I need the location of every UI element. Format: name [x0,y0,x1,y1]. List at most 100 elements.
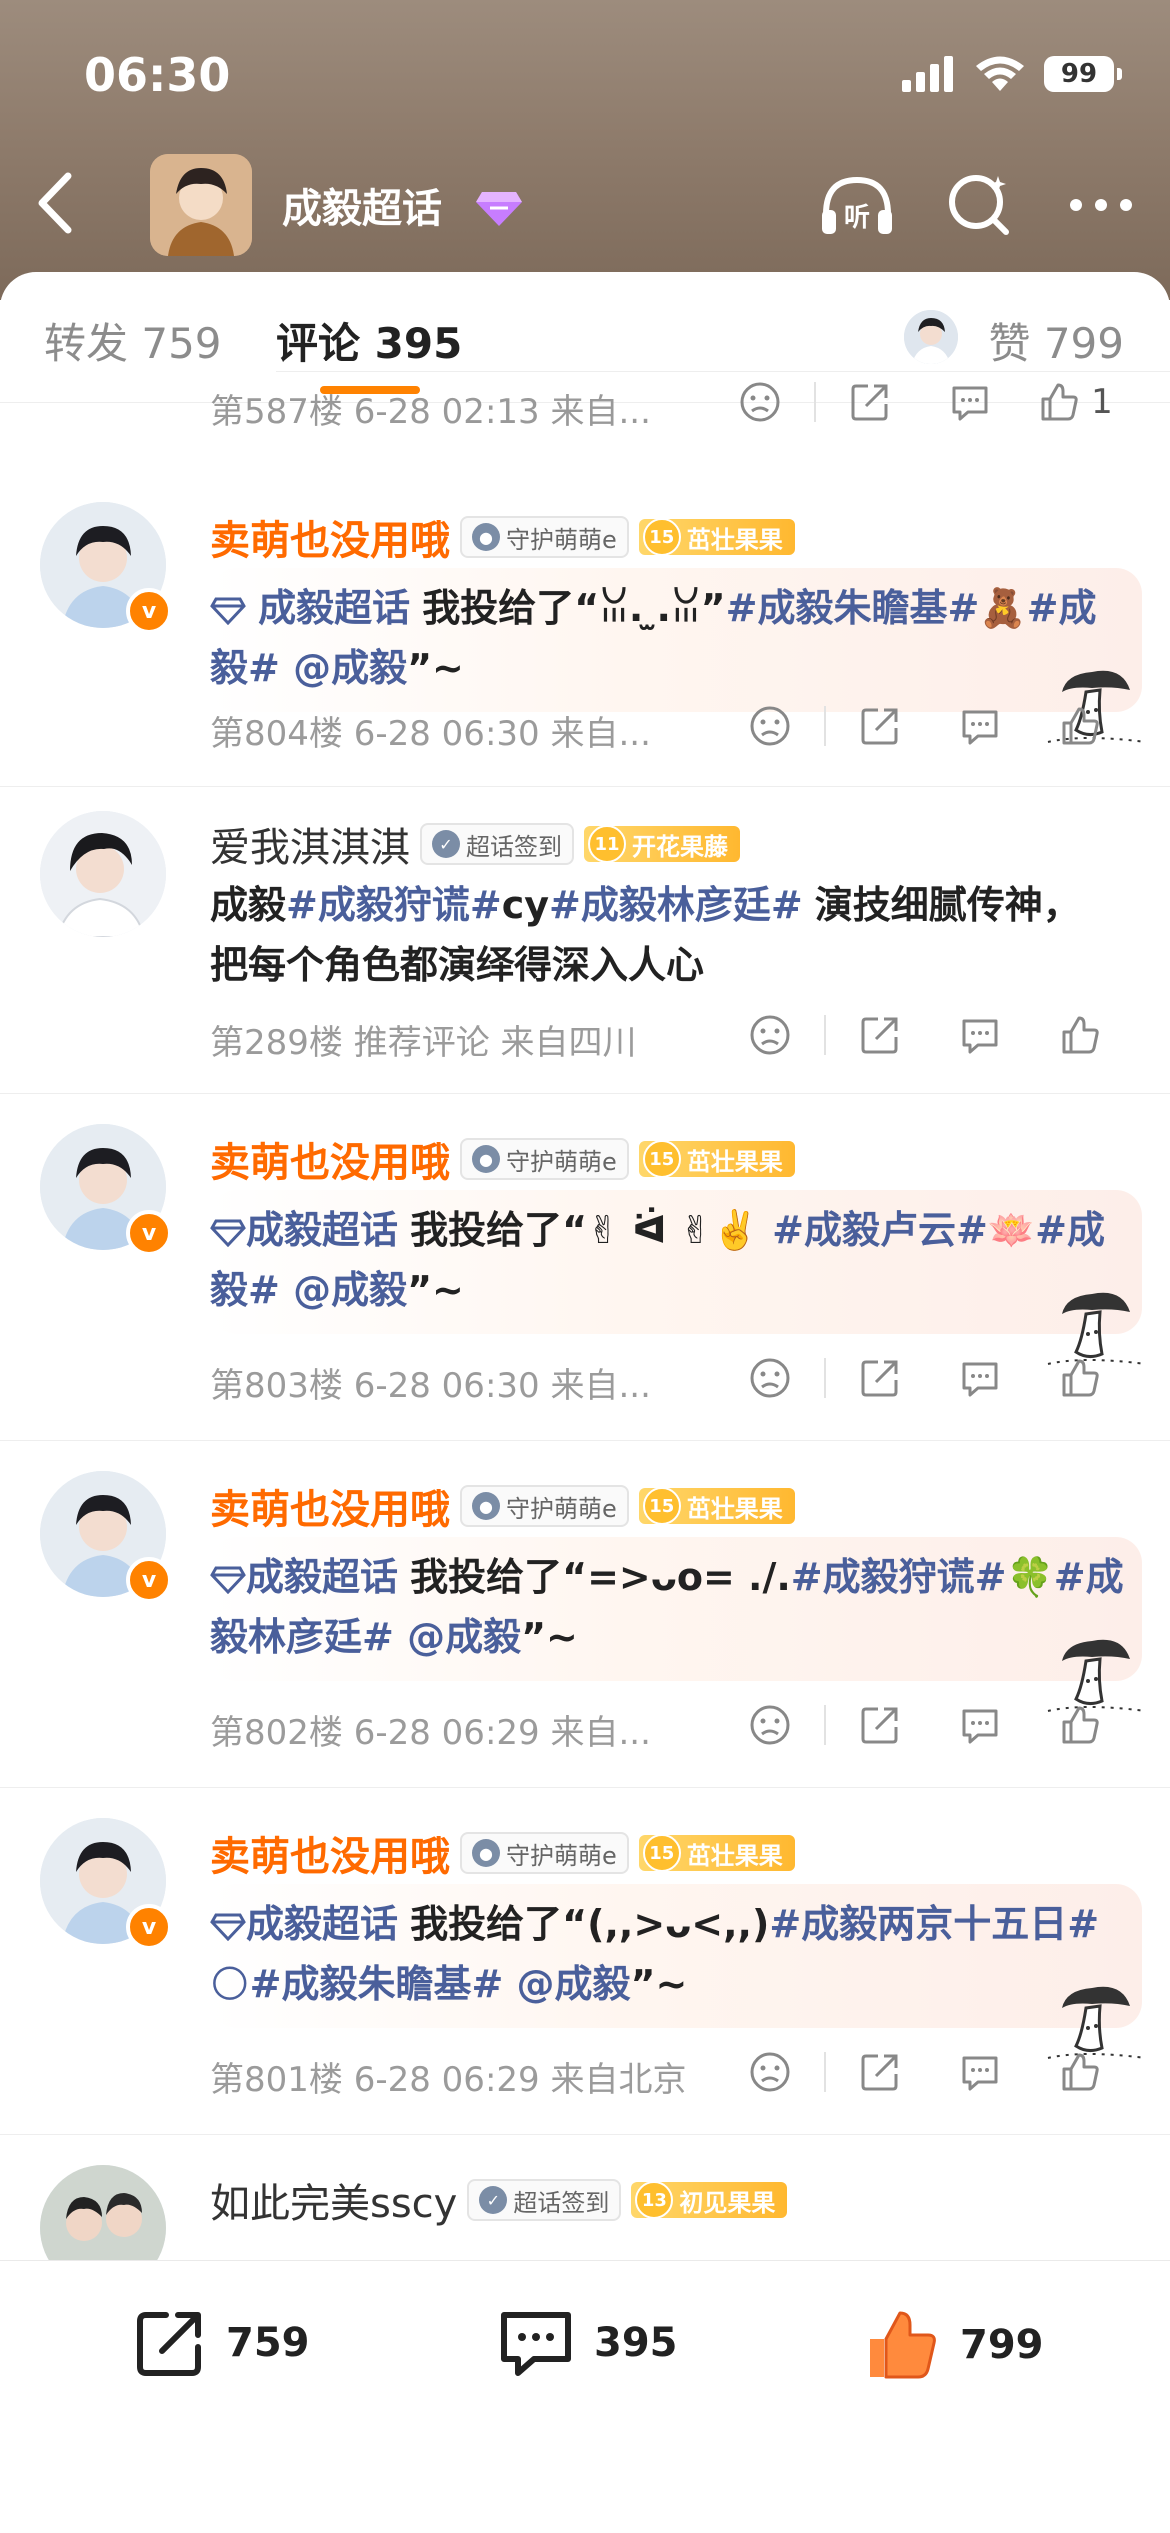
share-button[interactable] [830,1013,930,1057]
divider [824,2052,826,2092]
username[interactable]: 卖萌也没用哦 [210,1477,450,1535]
thumb-up-icon [1062,2053,1099,2091]
previous-comment-meta: 第587楼 6-28 02:13 来自... 1 [0,382,1170,442]
bottom-action-bar: 759 395 799 [0,2260,1170,2533]
verified-badge-icon: v [126,1210,172,1256]
username[interactable]: 卖萌也没用哦 [210,1130,450,1188]
share-button[interactable] [830,1703,930,1747]
tab-like[interactable]: 赞 799 [988,310,1124,371]
more-button[interactable] [1062,170,1140,240]
comment-item[interactable]: 爱我淇淇淇 ✓ 超话签到 11 开花果藤 成毅#成毅狩谎#cy#成毅林彦廷# 演技细… [0,787,1170,1094]
floor-meta: 第804楼 6-28 06:30 来自... [210,714,651,754]
divider [814,382,816,422]
share-icon [861,1017,898,1054]
supertopic-link[interactable]: 成毅超话 [246,1555,398,1599]
username[interactable]: 卖萌也没用哦 [210,1824,450,1882]
comment-item[interactable]: v 卖萌也没用哦 ● 守护萌萌e 15 茁壮果果 成毅超话 我投给了“(,,>ᴗ<,… [0,1788,1170,2135]
reply-button[interactable] [930,2050,1030,2094]
reply-button[interactable] [920,380,1020,424]
comment-item[interactable]: v 卖萌也没用哦 ● 守护萌萌e 15 茁壮果果 成毅超话 我投给了“=>ᴗo= .… [0,1441,1170,1788]
divider [824,706,826,746]
diamond-link-icon [210,1208,246,1252]
comment-icon [962,1362,998,1397]
comment-header: 爱我淇淇淇 ✓ 超话签到 11 开花果藤 [210,815,740,873]
reply-button[interactable] [930,1356,1030,1400]
status-bar: 06:30 99 [0,0,1170,150]
like-button[interactable]: 799 [862,2305,1044,2385]
comment-icon [962,1019,998,1054]
reply-button[interactable] [930,1703,1030,1747]
reply-button[interactable] [930,704,1030,748]
comment-item[interactable]: v 卖萌也没用哦 ● 守护萌萌e 15 茁壮果果 成毅超话 我投给了“ꈍ. ̫.ꈍ”… [0,442,1170,787]
level-number: 15 [642,1487,681,1525]
frown-icon [750,1015,790,1055]
fan-tag[interactable]: ● 守护萌萌e [460,516,629,558]
verified-badge-icon: v [126,1557,172,1603]
level-number: 15 [642,1140,681,1178]
fan-tag[interactable]: ● 守护萌萌e [460,1485,629,1527]
like-button[interactable] [1030,1356,1130,1400]
comment-text: 我投给了“✌︎ ᐛ ✌︎ [410,1208,712,1252]
tab-repost[interactable]: 转发 759 [44,310,222,371]
verified-badge-icon: v [126,1904,172,1950]
like-button[interactable] [1030,2050,1130,2094]
share-icon [861,1360,898,1397]
share-button[interactable] [830,2050,930,2094]
page-title[interactable]: 成毅超话 [282,176,442,234]
reply-button[interactable] [930,1013,1030,1057]
share-button[interactable] [820,380,920,424]
supertopic-link[interactable]: 成毅超话 [258,586,410,630]
share-button[interactable] [830,704,930,748]
like-button[interactable] [1030,704,1130,748]
level-number: 11 [588,825,626,863]
repost-count: 759 [226,2320,310,2366]
username[interactable]: 爱我淇淇淇 [210,815,410,873]
diamond-link-icon [210,1555,246,1599]
fan-tag[interactable]: ● 守护萌萌e [460,1138,629,1180]
divider [824,1705,826,1745]
dislike-button[interactable] [720,704,820,748]
dislike-button[interactable] [720,2050,820,2094]
comment-bubble: 成毅超话 我投给了“(,,>ᴗ<,,)#成毅两京十五日#🌕#成毅朱瞻基# @成毅… [210,1884,1142,2028]
fan-tag[interactable]: ● 守护萌萌e [460,1832,629,1874]
checkin-icon: ✓ [432,830,460,858]
back-button[interactable] [30,168,80,238]
level-label: 茁壮果果 [686,525,783,554]
dislike-button[interactable] [710,380,810,424]
share-icon [137,2312,201,2376]
nav-actions: 听 [818,170,1140,240]
dislike-button[interactable] [720,1703,820,1747]
comment-item[interactable]: v 卖萌也没用哦 ● 守护萌萌e 15 茁壮果果 成毅超话 我投给了“✌︎ ᐛ ✌︎… [0,1094,1170,1441]
chat-bubble-icon: ● [472,523,500,551]
repost-button[interactable]: 759 [132,2305,310,2381]
username[interactable]: 如此完美sscy [210,2171,457,2229]
share-button[interactable] [830,1356,930,1400]
divider [824,1358,826,1398]
comment-text-end: ”~ [407,1268,464,1312]
comment-button[interactable]: 395 [496,2305,678,2381]
username[interactable]: 卖萌也没用哦 [210,508,450,566]
search-icon [949,175,1009,235]
chat-bubble-icon: ● [472,1492,500,1520]
checkin-tag[interactable]: ✓ 超话签到 [420,823,574,865]
dislike-button[interactable] [720,1013,820,1057]
fan-tag-label: 守护萌萌e [506,1841,617,1870]
supertopic-link[interactable]: 成毅超话 [246,1208,398,1252]
level-number: 13 [635,2181,674,2219]
supertopic-avatar[interactable] [150,154,252,256]
topic-tag[interactable]: #成毅林彦廷# [549,883,803,927]
status-time: 06:30 [84,48,231,102]
like-button[interactable]: 1 [1020,380,1130,424]
avatar[interactable] [40,811,166,937]
like-button[interactable] [1030,1703,1130,1747]
topic-tag[interactable]: #成毅狩谎# [286,883,502,927]
comment-actions [720,1703,1130,1747]
listen-button[interactable]: 听 [818,170,896,240]
supertopic-link[interactable]: 成毅超话 [246,1902,398,1946]
more-icon [1070,199,1132,211]
status-icons: 99 [900,52,1122,96]
search-button[interactable] [940,170,1018,240]
checkin-tag[interactable]: ✓ 超话签到 [467,2179,622,2221]
dislike-button[interactable] [720,1356,820,1400]
like-button[interactable] [1030,1013,1130,1057]
